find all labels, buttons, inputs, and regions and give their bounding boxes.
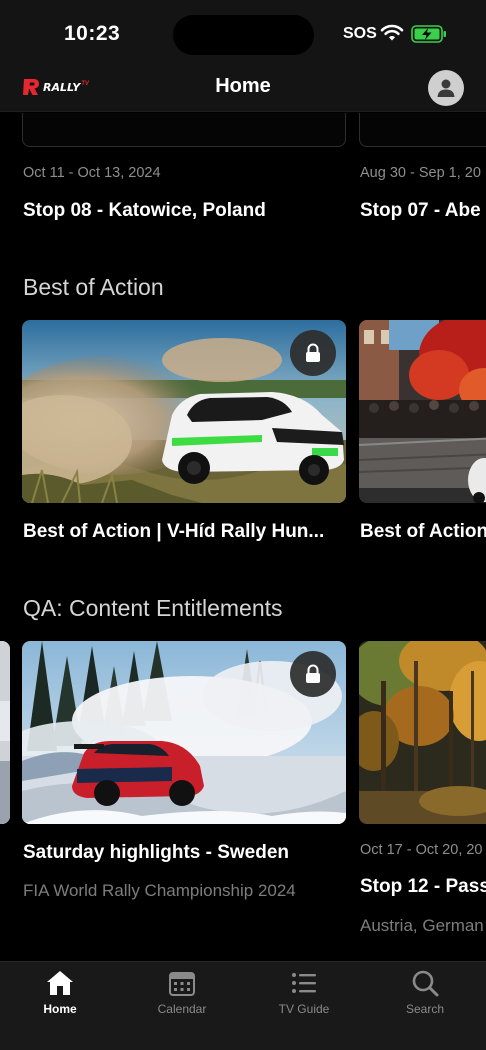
tab-label: Home: [43, 1002, 77, 1016]
event-thumbnail[interactable]: [359, 641, 486, 824]
event-title[interactable]: Stop 07 - Abe: [360, 200, 481, 222]
event-date: Oct 11 - Oct 13, 2024: [23, 165, 161, 181]
app-header: RALLY TV Home: [0, 60, 486, 112]
event-title[interactable]: Stop 08 - Katowice, Poland: [23, 200, 266, 222]
status-bar: 10:23 SOS: [0, 0, 486, 60]
tab-tv-guide[interactable]: TV Guide: [259, 968, 349, 1016]
video-title[interactable]: Best of Action: [360, 521, 486, 543]
tab-home[interactable]: Home: [15, 968, 105, 1016]
event-date: Aug 30 - Sep 1, 20: [360, 165, 481, 181]
event-card-thumbnail[interactable]: [22, 113, 346, 147]
tab-label: TV Guide: [278, 1002, 330, 1016]
tab-calendar[interactable]: Calendar: [137, 968, 227, 1016]
lock-icon: [306, 343, 320, 362]
list-icon: [292, 973, 316, 993]
rally-spectators-image: [359, 320, 486, 503]
home-feed[interactable]: Oct 11 - Oct 13, 2024 Stop 08 - Katowice…: [0, 113, 486, 961]
video-thumbnail[interactable]: [22, 320, 346, 503]
tab-search[interactable]: Search: [380, 968, 470, 1016]
event-card-thumbnail[interactable]: [359, 113, 486, 147]
locked-content-badge: [290, 330, 336, 376]
locked-content-badge: [290, 651, 336, 697]
lock-icon: [306, 664, 320, 683]
video-thumbnail[interactable]: [22, 641, 346, 824]
dynamic-island: [173, 15, 314, 55]
video-subtitle: FIA World Rally Championship 2024: [23, 881, 296, 900]
profile-button[interactable]: [428, 70, 464, 106]
page-title: Home: [215, 75, 271, 97]
video-title[interactable]: Saturday highlights - Sweden: [23, 842, 289, 864]
event-subtitle: Austria, German: [360, 916, 484, 935]
section-title-best-of-action: Best of Action: [23, 274, 164, 300]
wifi-icon: [380, 24, 404, 41]
status-carrier: SOS: [343, 25, 377, 42]
video-title[interactable]: Best of Action | V-Híd Rally Hun...: [23, 521, 324, 543]
status-time: 10:23: [64, 22, 121, 45]
video-thumbnail-partial[interactable]: [0, 641, 10, 824]
event-date: Oct 17 - Oct 20, 20: [360, 842, 483, 858]
calendar-icon: [169, 972, 195, 996]
bottom-tab-bar: Home Calendar TV Guide Search: [0, 961, 486, 1050]
tab-label: Search: [405, 1002, 445, 1016]
user-icon: [437, 79, 455, 97]
battery-charging-icon: [411, 25, 446, 43]
video-thumbnail[interactable]: [359, 320, 486, 503]
search-icon: [412, 970, 439, 997]
section-title-qa-content-entitlements: QA: Content Entitlements: [23, 595, 283, 621]
event-title[interactable]: Stop 12 - Pass: [360, 876, 486, 898]
autumn-forest-image: [359, 641, 486, 824]
snow-image-partial: [0, 641, 10, 824]
home-icon: [47, 971, 73, 995]
tab-label: Calendar: [157, 1002, 207, 1016]
